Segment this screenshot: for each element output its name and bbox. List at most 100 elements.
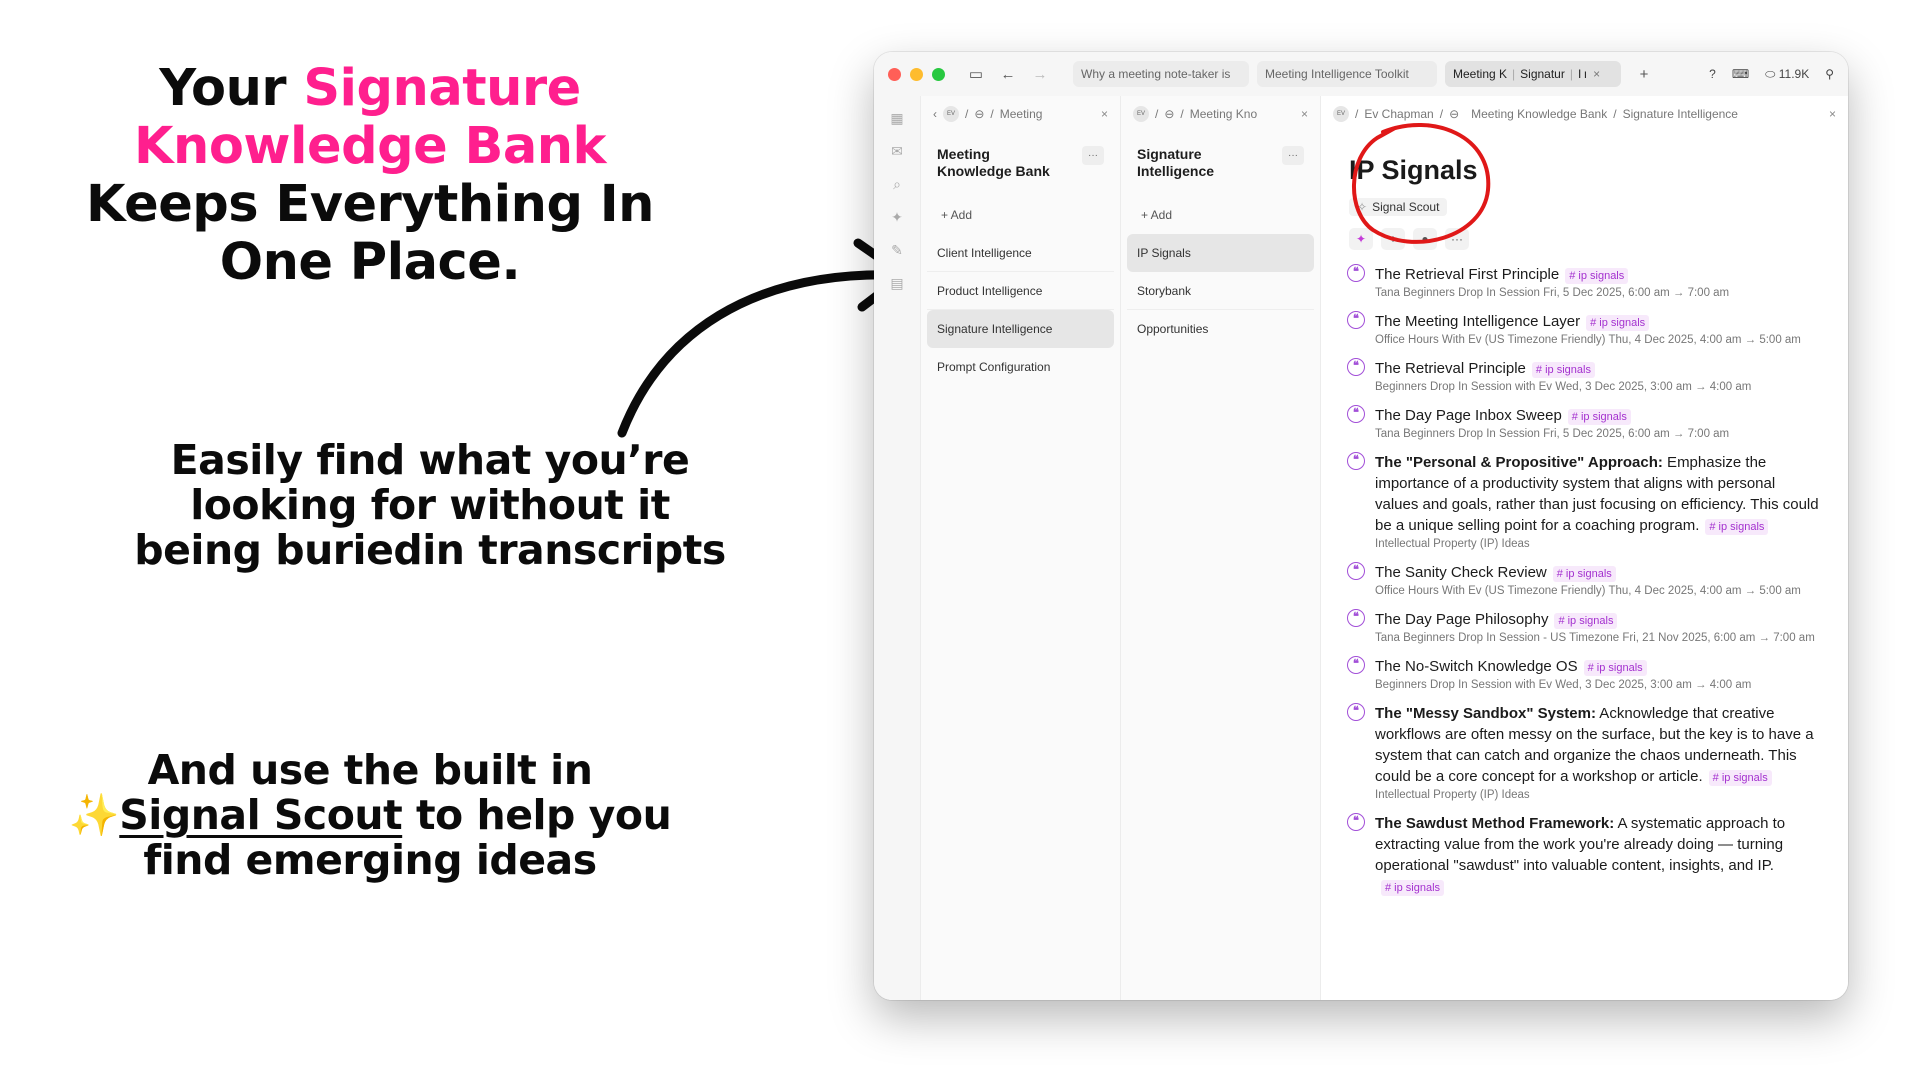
nav-item-product-intelligence[interactable]: Product Intelligence <box>927 272 1114 310</box>
breadcrumb-item[interactable]: Signature Intelligence <box>1623 107 1738 121</box>
help-icon[interactable]: ? <box>1709 67 1716 81</box>
add-button[interactable]: + Add <box>921 190 1120 234</box>
record-icon[interactable]: ● <box>1413 228 1437 250</box>
tab-meeting-note-taker[interactable]: Why a meeting note-taker is <box>1073 61 1249 87</box>
entry-title[interactable]: The No-Switch Knowledge OS # ip signals <box>1375 656 1822 677</box>
panel-meeting-knowledge-bank: ‹ EV / ⊖ / Meeting × Meeting Knowledge Ban… <box>920 96 1120 1000</box>
signal-scout-button[interactable]: ✧ Signal Scout <box>1349 198 1448 216</box>
chart-icon[interactable]: ▤ <box>874 267 920 300</box>
entry-title-text: The No-Switch Knowledge OS <box>1375 658 1578 675</box>
list-item[interactable]: ❝ The No-Switch Knowledge OS # ip signals B… <box>1347 656 1822 694</box>
close-panel-icon[interactable]: × <box>1301 107 1308 121</box>
list-item[interactable]: ❝ The "Messy Sandbox" System: Acknowledge… <box>1347 703 1822 804</box>
list-item[interactable]: ❝ The "Personal & Propositive" Approach: … <box>1347 452 1822 553</box>
ai-sparkle-icon[interactable]: ✦ <box>874 201 920 234</box>
promo-subtext: Easily find what you’re looking for with… <box>134 436 726 574</box>
breadcrumb-item[interactable]: Meeting <box>1000 107 1043 121</box>
ip-signals-tag[interactable]: # ip signals <box>1705 519 1769 535</box>
breadcrumb-item[interactable]: Ev Chapman <box>1364 107 1433 121</box>
close-panel-icon[interactable]: × <box>1101 107 1108 121</box>
more-options-icon[interactable]: ··· <box>1445 228 1469 250</box>
add-icon[interactable]: + <box>1381 228 1405 250</box>
quote-icon: ❝ <box>1347 609 1365 627</box>
workspace-icon: ⊖ <box>974 107 985 121</box>
add-button[interactable]: + Add <box>1121 190 1320 234</box>
list-item[interactable]: ❝ The Meeting Intelligence Layer # ip sign… <box>1347 311 1822 349</box>
entry-title[interactable]: The "Personal & Propositive" Approach: E… <box>1375 452 1822 536</box>
search-icon[interactable]: ⌕ <box>874 168 920 201</box>
nav-item-client-intelligence[interactable]: Client Intelligence <box>927 234 1114 272</box>
list-item[interactable]: ❝ The Day Page Inbox Sweep # ip signals Tan… <box>1347 405 1822 443</box>
entry-title[interactable]: The Day Page Inbox Sweep # ip signals <box>1375 405 1822 426</box>
entry-title[interactable]: The Sawdust Method Framework: A systemat… <box>1375 813 1822 897</box>
back-chevron-icon[interactable]: ‹ <box>933 107 937 121</box>
ip-signals-tag[interactable]: # ip signals <box>1381 880 1445 896</box>
sidebar-toggle-icon[interactable]: ▭ <box>967 65 985 83</box>
list-item[interactable]: ❝ The Sanity Check Review # ip signals Offi… <box>1347 562 1822 600</box>
list-item[interactable]: ❝ The Retrieval Principle # ip signals Begi… <box>1347 358 1822 396</box>
ip-signals-tag[interactable]: # ip signals <box>1565 268 1629 284</box>
entry-title-bold: The "Personal & Propositive" Approach: <box>1375 454 1663 471</box>
edit-icon[interactable]: ✎ <box>874 234 920 267</box>
breadcrumb-item[interactable]: Meeting Knowledge Bank <box>1471 107 1607 121</box>
entry-title-text: The Day Page Inbox Sweep <box>1375 407 1562 424</box>
list-item[interactable]: ❝ The Retrieval First Principle # ip signa… <box>1347 264 1822 302</box>
entry-title[interactable]: The Sanity Check Review # ip signals <box>1375 562 1822 583</box>
entry-title[interactable]: The Retrieval First Principle # ip signal… <box>1375 264 1822 285</box>
storage-indicator[interactable]: ⬭ 11.9K <box>1765 67 1809 82</box>
ip-signals-tag[interactable]: # ip signals <box>1554 613 1618 629</box>
ip-signals-tag[interactable]: # ip signals <box>1552 566 1616 582</box>
entry-title[interactable]: The Meeting Intelligence Layer # ip signa… <box>1375 311 1822 332</box>
avatar: EV <box>943 106 959 122</box>
entry-title[interactable]: The Retrieval Principle # ip signals <box>1375 358 1822 379</box>
maximize-window-button[interactable] <box>932 67 945 81</box>
entry-meta: Office Hours With Ev (US Timezone Friend… <box>1375 585 1801 597</box>
entry-meta: Tana Beginners Drop In Session - US Time… <box>1375 632 1815 644</box>
breadcrumb: EV / Ev Chapman / ⊖ Meeting Knowledge Bank… <box>1321 96 1848 132</box>
minimize-window-button[interactable] <box>910 67 923 81</box>
entry-title-bold: The "Messy Sandbox" System: <box>1375 705 1596 722</box>
nav-item-signature-intelligence[interactable]: Signature Intelligence <box>927 310 1114 348</box>
entry-body: The No-Switch Knowledge OS # ip signals Be… <box>1375 656 1822 694</box>
ip-signals-tag[interactable]: # ip signals <box>1567 409 1631 425</box>
ip-signals-tag[interactable]: # ip signals <box>1583 660 1647 676</box>
new-tab-icon[interactable]: + <box>1635 66 1653 83</box>
close-tab-icon[interactable]: × <box>1593 67 1600 81</box>
list-item[interactable]: ❝ The Day Page Philosophy # ip signals Tana… <box>1347 609 1822 647</box>
nav-item-opportunities[interactable]: Opportunities <box>1127 310 1314 348</box>
close-window-button[interactable] <box>888 67 901 81</box>
list-item[interactable]: ❝ The Sawdust Method Framework: A systema… <box>1347 813 1822 897</box>
ip-signals-tag[interactable]: # ip signals <box>1708 770 1772 786</box>
entry-body: The Day Page Philosophy # ip signals Tana … <box>1375 609 1822 647</box>
entry-meta: Intellectual Property (IP) Ideas <box>1375 789 1530 801</box>
sparkle-icon: ✧ <box>1357 200 1368 214</box>
inbox-icon[interactable]: ✉ <box>874 135 920 168</box>
entry-body: The Day Page Inbox Sweep # ip signals Tana… <box>1375 405 1822 443</box>
more-options-icon[interactable]: ··· <box>1082 146 1104 165</box>
entry-title-text: The Retrieval Principle <box>1375 360 1526 377</box>
entry-body: The Retrieval Principle # ip signals Begin… <box>1375 358 1822 396</box>
keyboard-icon[interactable]: ⌨ <box>1732 67 1749 81</box>
back-arrow-icon[interactable]: ← <box>999 66 1017 83</box>
calendar-icon[interactable]: ▦ <box>874 102 920 135</box>
entry-title[interactable]: The "Messy Sandbox" System: Acknowledge … <box>1375 703 1822 787</box>
tab-meeting-toolkit[interactable]: Meeting Intelligence Toolkit <box>1257 61 1437 87</box>
quote-icon: ❝ <box>1347 703 1365 721</box>
breadcrumb-item[interactable]: Meeting Kno <box>1190 107 1257 121</box>
ip-signals-list: ❝ The Retrieval First Principle # ip signa… <box>1321 250 1848 897</box>
nav-item-prompt-configuration[interactable]: Prompt Configuration <box>927 348 1114 386</box>
user-icon[interactable]: ⚲ <box>1825 67 1834 81</box>
avatar: EV <box>1333 106 1349 122</box>
more-options-icon[interactable]: ··· <box>1282 146 1304 165</box>
entry-meta: Office Hours With Ev (US Timezone Friend… <box>1375 334 1801 346</box>
forward-arrow-icon[interactable]: → <box>1031 66 1049 83</box>
ai-sparkle-icon[interactable]: ✦ <box>1349 228 1373 250</box>
tab-active-group[interactable]: Meeting K | Signatur | I ı × <box>1445 61 1621 87</box>
ip-signals-tag[interactable]: # ip signals <box>1586 315 1650 331</box>
ip-signals-tag[interactable]: # ip signals <box>1531 362 1595 378</box>
panel-title: Signature Intelligence ··· <box>1121 132 1320 190</box>
nav-item-storybank[interactable]: Storybank <box>1127 272 1314 310</box>
entry-title[interactable]: The Day Page Philosophy # ip signals <box>1375 609 1822 630</box>
close-panel-icon[interactable]: × <box>1829 107 1836 121</box>
nav-item-ip-signals[interactable]: IP Signals <box>1127 234 1314 272</box>
